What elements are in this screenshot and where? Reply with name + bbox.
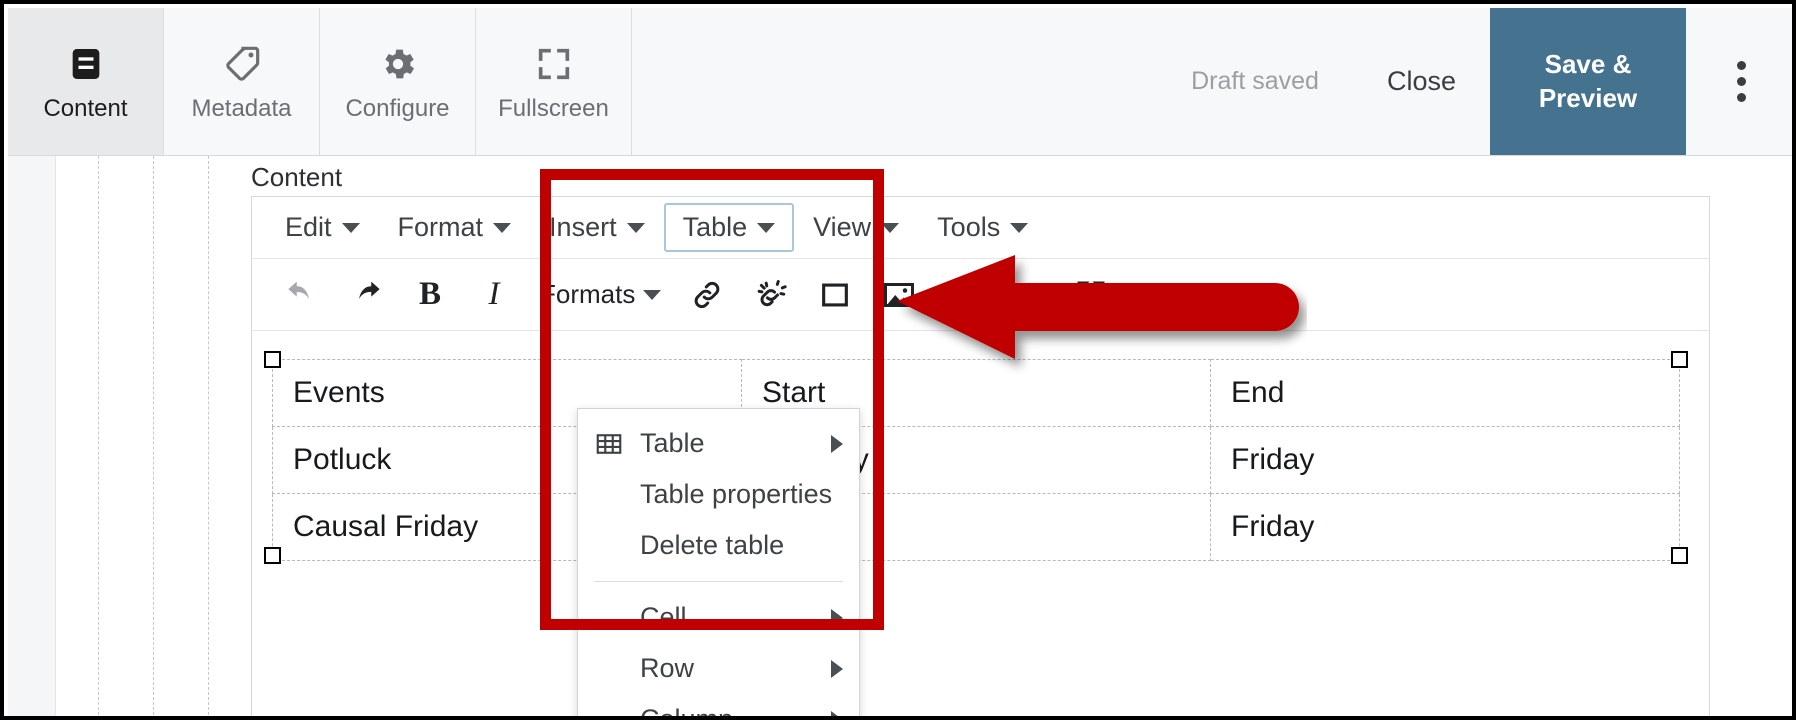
fullscreen-icon: [533, 43, 575, 85]
menu-item-column-label: Column: [640, 704, 734, 720]
save-and-preview-label: Save & Preview: [1539, 48, 1637, 116]
gear-icon: [377, 43, 419, 85]
document-icon: [65, 43, 107, 85]
selection-handle-top-right[interactable]: [1671, 351, 1688, 368]
tab-metadata-label: Metadata: [191, 94, 292, 122]
left-rail: [8, 156, 56, 716]
table-cell[interactable]: End: [1210, 359, 1680, 427]
menu-edit-label: Edit: [285, 212, 332, 242]
chevron-down-icon: [881, 222, 900, 233]
chevron-right-icon: [831, 710, 843, 716]
kebab-dot: [1736, 93, 1746, 102]
menu-item-table-properties[interactable]: Table properties: [578, 469, 859, 520]
table-cell[interactable]: Friday: [1210, 426, 1680, 494]
editor-toolbar: B I Formats: [252, 259, 1709, 331]
kebab-dot: [1736, 61, 1746, 70]
layout-guide: [208, 156, 209, 716]
kebab-dot: [1736, 77, 1746, 86]
chevron-down-icon: [626, 222, 645, 233]
formats-dropdown[interactable]: Formats: [526, 279, 675, 310]
save-preview-line-2: Preview: [1538, 82, 1638, 113]
tab-metadata[interactable]: Metadata: [164, 8, 320, 155]
menu-item-row[interactable]: Row: [578, 643, 859, 694]
menu-format[interactable]: Format: [379, 203, 531, 252]
menu-item-row-label: Row: [640, 653, 695, 683]
app-window: Content Metadata Configure Fullscreen Dr…: [0, 0, 1796, 720]
tag-icon: [221, 43, 263, 85]
layout-guide: [98, 156, 99, 716]
undo-icon[interactable]: [270, 267, 334, 323]
content-field-label: Content: [251, 162, 343, 192]
link-icon[interactable]: [675, 267, 739, 323]
redo-icon[interactable]: [334, 267, 398, 323]
menu-item-cell[interactable]: Cell: [578, 592, 859, 643]
chevron-down-icon: [1010, 222, 1029, 233]
layout-guide: [153, 156, 154, 716]
editor-document-area[interactable]: Events Start End Potluck Monday Friday C…: [252, 331, 1709, 716]
table-dropdown-menu: Table Table properties Delete table Cell…: [577, 408, 860, 720]
menu-item-table-label: Table: [640, 428, 705, 458]
menu-separator: [594, 581, 843, 582]
menu-item-delete-table-label: Delete table: [640, 530, 785, 560]
menu-insert[interactable]: Insert: [530, 203, 664, 252]
media-icon[interactable]: [931, 267, 995, 323]
menu-insert-label: Insert: [549, 212, 617, 242]
menu-table[interactable]: Table: [663, 203, 795, 252]
tab-configure-label: Configure: [345, 94, 450, 122]
draft-status: Draft saved: [1191, 67, 1319, 95]
table-grid-icon: [594, 429, 632, 459]
chevron-down-icon: [643, 289, 662, 300]
rich-text-editor: Edit Format Insert Table View Tools B I …: [251, 196, 1710, 716]
table-cell[interactable]: Friday: [1210, 493, 1680, 561]
table-row[interactable]: Causal Friday Friday Friday: [272, 493, 1680, 561]
fullscreen-icon[interactable]: [1059, 267, 1123, 323]
tab-content-label: Content: [43, 94, 128, 122]
tab-content[interactable]: Content: [8, 8, 164, 155]
menu-item-column[interactable]: Column: [578, 694, 859, 720]
save-and-preview-button[interactable]: Save & Preview: [1490, 8, 1686, 155]
menu-item-cell-label: Cell: [640, 602, 687, 632]
anchor-icon[interactable]: [803, 267, 867, 323]
tab-configure[interactable]: Configure: [320, 8, 476, 155]
menu-view[interactable]: View: [794, 203, 918, 252]
chevron-down-icon: [493, 222, 512, 233]
menu-format-label: Format: [397, 212, 484, 242]
chevron-right-icon: [831, 608, 843, 627]
top-toolbar: Content Metadata Configure Fullscreen Dr…: [8, 8, 1792, 156]
editor-menubar: Edit Format Insert Table View Tools: [252, 197, 1709, 259]
menu-item-table[interactable]: Table: [578, 418, 859, 469]
menu-tools[interactable]: Tools: [918, 203, 1047, 252]
image-icon[interactable]: [867, 267, 931, 323]
save-preview-line-1: Save &: [1544, 48, 1632, 79]
source-code-icon[interactable]: [995, 267, 1059, 323]
selection-handle-top-left[interactable]: [264, 351, 281, 368]
menu-tools-label: Tools: [937, 212, 1001, 242]
page-body: Content Edit Format Insert Table View To…: [8, 156, 1792, 720]
menu-table-label: Table: [682, 212, 748, 242]
menu-item-delete-table[interactable]: Delete table: [578, 520, 859, 571]
tab-fullscreen[interactable]: Fullscreen: [476, 8, 632, 155]
content-table[interactable]: Events Start End Potluck Monday Friday C…: [272, 359, 1680, 561]
close-button[interactable]: Close: [1353, 8, 1490, 155]
selection-handle-bottom-left[interactable]: [264, 547, 281, 564]
unlink-icon[interactable]: [739, 267, 803, 323]
chevron-down-icon: [757, 222, 776, 233]
table-row[interactable]: Events Start End: [272, 359, 1680, 427]
kebab-menu-icon[interactable]: [1686, 8, 1792, 155]
chevron-right-icon: [831, 434, 843, 453]
menu-view-label: View: [813, 212, 872, 242]
menu-item-table-properties-label: Table properties: [640, 479, 833, 509]
bold-icon[interactable]: B: [398, 267, 462, 323]
selection-handle-bottom-right[interactable]: [1671, 547, 1688, 564]
formats-dropdown-label: Formats: [540, 279, 636, 309]
menu-edit[interactable]: Edit: [266, 203, 379, 252]
table-row[interactable]: Potluck Monday Friday: [272, 426, 1680, 494]
chevron-down-icon: [341, 222, 360, 233]
chevron-right-icon: [831, 659, 843, 678]
tab-fullscreen-label: Fullscreen: [498, 94, 609, 122]
italic-icon[interactable]: I: [462, 267, 526, 323]
